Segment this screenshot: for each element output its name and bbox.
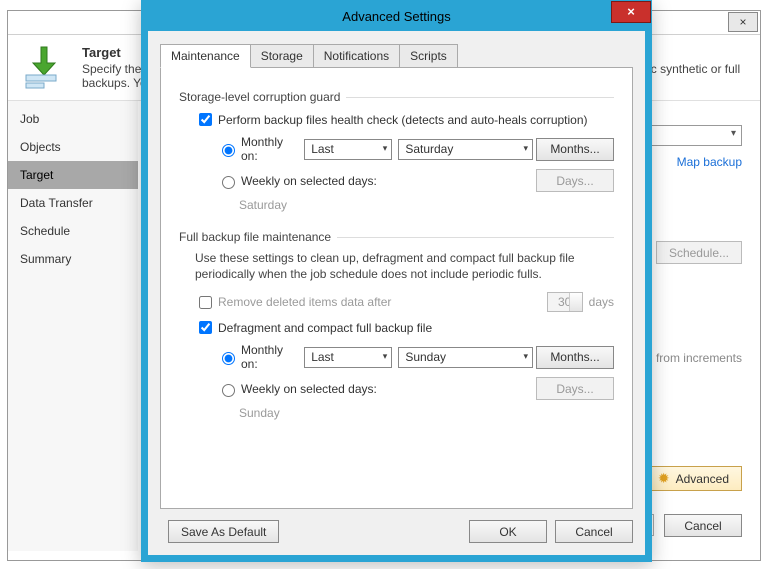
health-check-checkbox[interactable] [199,113,212,126]
advanced-settings-dialog: Advanced Settings × Maintenance Storage … [141,0,652,562]
gear-icon: ✹ [658,470,670,487]
health-days-button[interactable]: Days... [536,169,614,192]
remove-deleted-label: Remove deleted items data after [218,295,391,309]
health-monthly-week-select[interactable]: Last [304,139,392,160]
nav-target[interactable]: Target [8,161,138,189]
remove-deleted-checkbox[interactable] [199,296,212,309]
nav-objects[interactable]: Objects [8,133,138,161]
defrag-weekly-label: Weekly on selected days: [241,382,377,396]
tab-maintenance[interactable]: Maintenance [160,44,251,68]
full-backup-desc: Use these settings to clean up, defragme… [195,250,614,282]
group-full-backup-maintenance: Full backup file maintenance [179,230,614,244]
wizard-nav: Job Objects Target Data Transfer Schedul… [8,101,138,551]
wizard-close-button[interactable]: × [728,12,758,32]
health-monthly-label: Monthly on: [241,135,301,163]
tabstrip: Maintenance Storage Notifications Script… [160,43,633,67]
tab-scripts[interactable]: Scripts [399,44,458,67]
wizard-cancel-button[interactable]: Cancel [664,514,742,537]
health-weekly-radio[interactable] [222,176,235,189]
nav-job[interactable]: Job [8,105,138,133]
defrag-monthly-week-select[interactable]: Last [304,347,392,368]
dialog-titlebar: Advanced Settings × [142,1,651,31]
tab-notifications[interactable]: Notifications [313,44,400,67]
tab-storage[interactable]: Storage [250,44,314,67]
cancel-button[interactable]: Cancel [555,520,633,543]
health-monthly-radio[interactable] [222,144,235,157]
health-check-label: Perform backup files health check (detec… [218,113,588,127]
dialog-title: Advanced Settings [342,9,450,24]
dialog-close-button[interactable]: × [611,1,651,23]
defrag-weekly-summary: Sunday [239,406,280,420]
health-weekly-label: Weekly on selected days: [241,174,377,188]
nav-data-transfer[interactable]: Data Transfer [8,189,138,217]
defrag-months-button[interactable]: Months... [536,346,614,369]
defrag-monthly-radio[interactable] [222,352,235,365]
nav-summary[interactable]: Summary [8,245,138,273]
remove-deleted-days-spinner[interactable]: 30 [547,292,583,312]
defrag-weekly-radio[interactable] [222,384,235,397]
nav-schedule[interactable]: Schedule [8,217,138,245]
defrag-monthly-label: Monthly on: [241,343,301,371]
defrag-monthly-day-select[interactable]: Sunday [398,347,533,368]
schedule-button[interactable]: Schedule... [656,241,742,264]
defrag-label: Defragment and compact full backup file [218,321,432,335]
save-as-default-button[interactable]: Save As Default [168,520,279,543]
tab-page-maintenance: Storage-level corruption guard Perform b… [160,67,633,509]
health-weekly-summary: Saturday [239,198,287,212]
health-monthly-day-select[interactable]: Saturday [398,139,533,160]
target-icon [22,45,72,85]
defrag-checkbox[interactable] [199,321,212,334]
remove-deleted-unit: days [589,295,614,309]
group-corruption-guard: Storage-level corruption guard [179,90,614,104]
defrag-days-button[interactable]: Days... [536,377,614,400]
advanced-button[interactable]: ✹ Advanced [645,466,742,491]
increments-note: from increments [656,351,742,365]
advanced-button-label: Advanced [676,472,729,486]
ok-button[interactable]: OK [469,520,547,543]
health-months-button[interactable]: Months... [536,138,614,161]
map-backup-link[interactable]: Map backup [677,155,742,169]
